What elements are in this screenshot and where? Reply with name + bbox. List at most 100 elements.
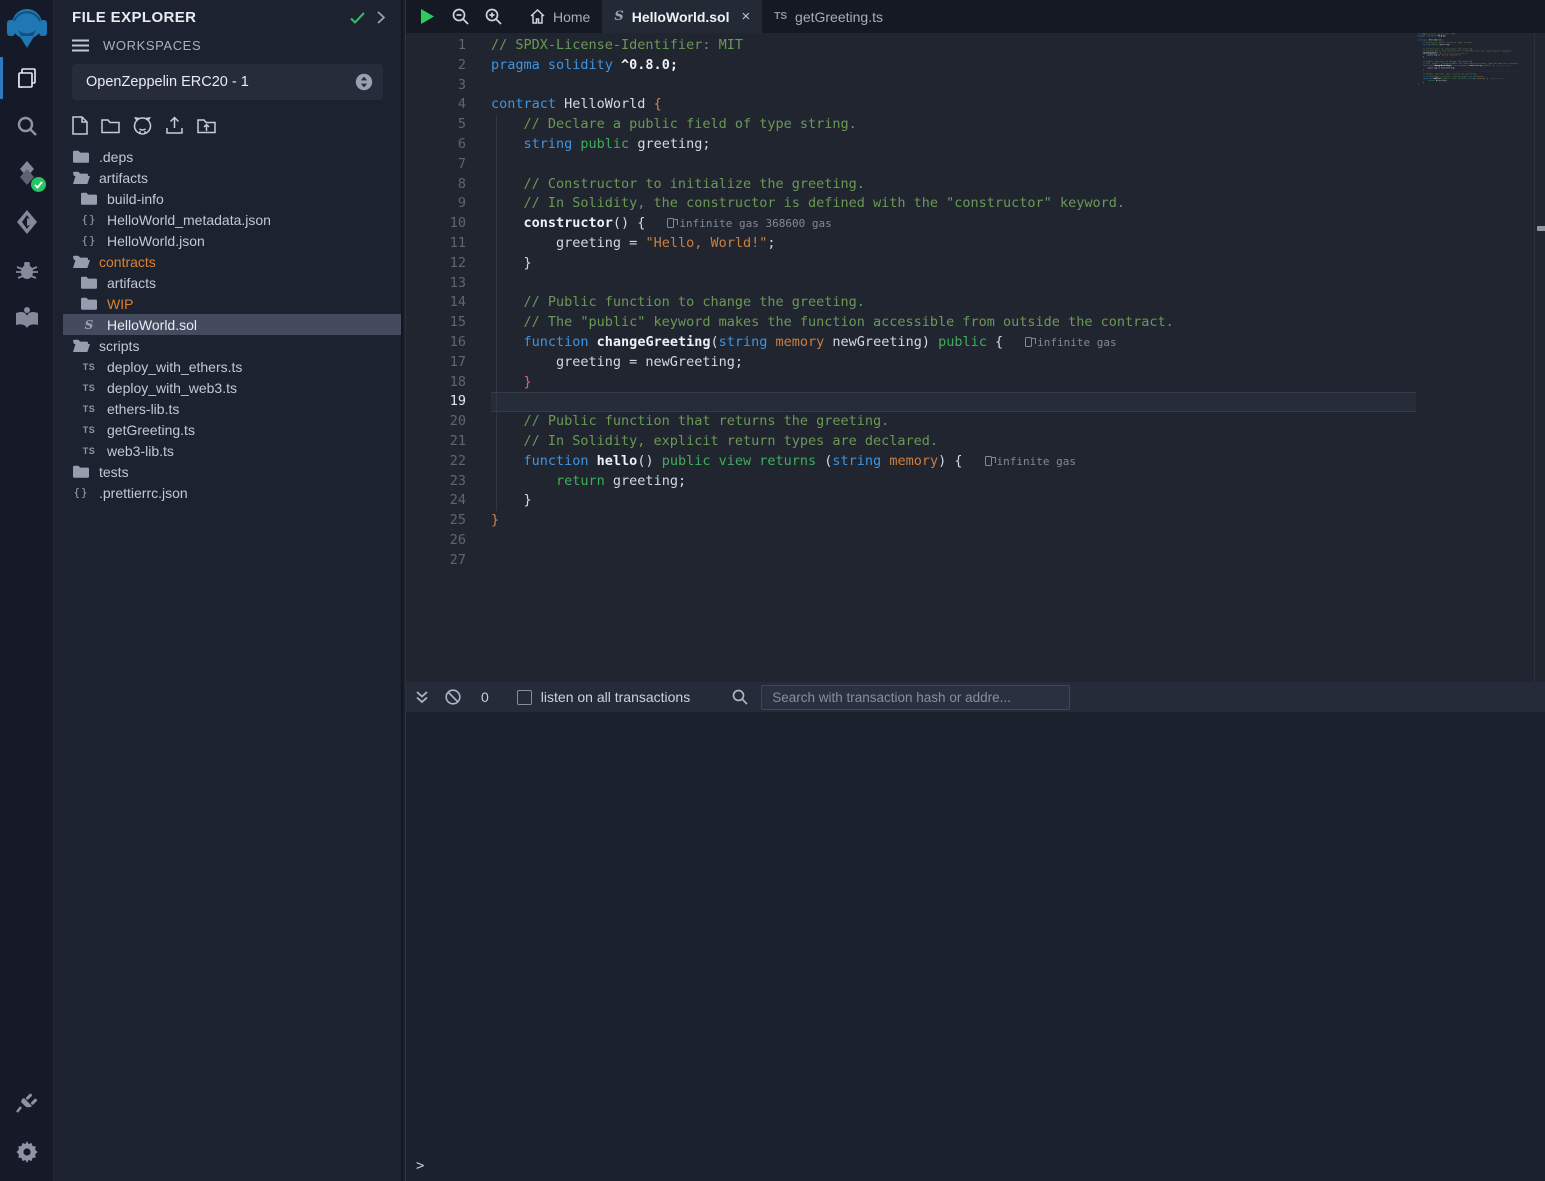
code-line-15[interactable]: 15 // The "public" keyword makes the fun… (406, 313, 1545, 333)
tree-item-scripts[interactable]: scripts (54, 335, 401, 356)
clear-console-icon[interactable] (445, 689, 461, 705)
typescript-icon: TS (80, 362, 98, 372)
collapse-panel-chevron-icon[interactable] (377, 11, 385, 24)
workspaces-menu-icon[interactable] (72, 39, 89, 52)
code-line-27[interactable]: 27 (406, 551, 1545, 571)
tree-item-HelloWorld_metadata.json[interactable]: {}HelloWorld_metadata.json (54, 209, 401, 230)
line-number: 18 (406, 373, 466, 393)
zoom-out-button[interactable] (444, 0, 477, 33)
tree-item-getGreeting.ts[interactable]: TSgetGreeting.ts (54, 419, 401, 440)
line-number: 19 (406, 392, 466, 412)
scrollbar-thumb[interactable] (1537, 226, 1545, 231)
tree-item-HelloWorld.sol[interactable]: SHelloWorld.sol (63, 314, 401, 335)
code-line-23[interactable]: 23 return greeting; (406, 472, 1545, 492)
code-line-25[interactable]: 25} (406, 511, 1545, 531)
terminal-search-input[interactable] (761, 685, 1070, 710)
plugin-manager-icon[interactable] (0, 1079, 54, 1127)
line-number: 5 (406, 115, 466, 135)
listen-transactions-checkbox[interactable] (517, 690, 532, 705)
tree-item-HelloWorld.json[interactable]: {}HelloWorld.json (54, 230, 401, 251)
code-line-11[interactable]: 11 greeting = "Hello, World!"; (406, 234, 1545, 254)
terminal-collapse-icon[interactable] (415, 690, 429, 704)
upload-folder-icon[interactable] (197, 117, 216, 134)
code-line-10[interactable]: 10 constructor() {infinite gas 368600 ga… (406, 214, 1545, 234)
workspace-dropdown[interactable]: OpenZeppelin ERC20 - 1 (72, 64, 383, 100)
code-line-4[interactable]: 4contract HelloWorld { (406, 95, 1545, 115)
debugger-icon[interactable] (0, 246, 54, 294)
code-line-2[interactable]: 2pragma solidity ^0.8.0; (1418, 35, 1522, 37)
remix-logo[interactable] (0, 0, 54, 54)
code-line-1[interactable]: 1// SPDX-License-Identifier: MIT (406, 36, 1545, 56)
deploy-run-icon[interactable] (0, 198, 54, 246)
code-line-9[interactable]: 9 // In Solidity, the constructor is def… (406, 194, 1545, 214)
code-line-22[interactable]: 22 function hello() public view returns … (406, 452, 1545, 472)
line-number: 2 (406, 56, 466, 76)
code-line-27[interactable]: 27 (1418, 88, 1522, 90)
folder-open-icon (72, 255, 90, 268)
tab-getGreeting.ts[interactable]: TSgetGreeting.ts (762, 0, 895, 33)
code-line-12[interactable]: 12 } (406, 254, 1545, 274)
close-tab-icon[interactable]: × (742, 8, 751, 25)
new-folder-icon[interactable] (101, 117, 120, 134)
code-line-16[interactable]: 16 function changeGreeting(string memory… (406, 333, 1545, 353)
tree-item-label: WIP (107, 296, 133, 312)
code-editor[interactable]: 1// SPDX-License-Identifier: MIT2pragma … (406, 33, 1545, 682)
new-file-icon[interactable] (72, 116, 88, 135)
folder-icon (72, 150, 90, 163)
code-line-5[interactable]: 5 // Declare a public field of type stri… (406, 115, 1545, 135)
code-line-8[interactable]: 8 // Constructor to initialize the greet… (406, 175, 1545, 195)
code-line-3[interactable]: 3 (406, 76, 1545, 96)
json-braces-icon: {} (80, 234, 98, 247)
code-line-20[interactable]: 20 // Public function that returns the g… (406, 412, 1545, 432)
code-line-6[interactable]: 6 string public greeting; (1418, 44, 1522, 46)
code-line-25[interactable]: 25} (1418, 84, 1522, 86)
search-icon[interactable] (0, 102, 54, 150)
tree-item-artifacts[interactable]: artifacts (54, 272, 401, 293)
zoom-in-button[interactable] (477, 0, 510, 33)
tree-item-.prettierrc.json[interactable]: {}.prettierrc.json (54, 482, 401, 503)
line-number: 16 (406, 333, 466, 353)
tab-home[interactable]: Home (518, 0, 602, 33)
check-icon (350, 12, 365, 24)
tree-item-tests[interactable]: tests (54, 461, 401, 482)
code-line-18[interactable]: 18 } (406, 373, 1545, 393)
terminal-prompt[interactable]: > (416, 1158, 424, 1174)
code-line-24[interactable]: 24 } (406, 491, 1545, 511)
clone-github-icon[interactable] (133, 116, 152, 135)
tree-item-build-info[interactable]: build-info (54, 188, 401, 209)
file-explorer-icon[interactable] (0, 54, 54, 102)
tab-HelloWorld.sol[interactable]: SHelloWorld.sol× (602, 0, 762, 33)
tree-item-web3-lib.ts[interactable]: TSweb3-lib.ts (54, 440, 401, 461)
code-line-6[interactable]: 6 string public greeting; (406, 135, 1545, 155)
code-line-13[interactable]: 13 (406, 274, 1545, 294)
tree-item-deploy_with_web3.ts[interactable]: TSdeploy_with_web3.ts (54, 377, 401, 398)
line-number: 23 (406, 472, 466, 492)
tree-item-WIP[interactable]: WIP (54, 293, 401, 314)
line-number: 27 (406, 551, 466, 571)
code-line-26[interactable]: 26 (406, 531, 1545, 551)
line-number: 4 (406, 95, 466, 115)
workspace-name: OpenZeppelin ERC20 - 1 (86, 74, 355, 90)
tree-item-.deps[interactable]: .deps (54, 146, 401, 167)
code-line-19[interactable]: 19 (406, 392, 1545, 412)
code-line-2[interactable]: 2pragma solidity ^0.8.0; (406, 56, 1545, 76)
code-line-7[interactable]: 7 (406, 155, 1545, 175)
upload-file-icon[interactable] (165, 116, 184, 135)
tree-item-deploy_with_ethers.ts[interactable]: TSdeploy_with_ethers.ts (54, 356, 401, 377)
tree-item-artifacts[interactable]: artifacts (54, 167, 401, 188)
run-script-button[interactable] (411, 0, 444, 33)
workspace-sort-icon[interactable] (355, 73, 373, 91)
folder-icon (80, 192, 98, 205)
tree-item-ethers-lib.ts[interactable]: TSethers-lib.ts (54, 398, 401, 419)
minimap[interactable]: 1// SPDX-License-Identifier: MIT2pragma … (1418, 33, 1522, 105)
typescript-icon: TS (80, 383, 98, 393)
line-number: 15 (406, 313, 466, 333)
settings-gear-icon[interactable] (0, 1127, 54, 1175)
code-line-14[interactable]: 14 // Public function to change the gree… (406, 293, 1545, 313)
code-line-17[interactable]: 17 greeting = newGreeting; (406, 353, 1545, 373)
learneth-icon[interactable] (0, 294, 54, 342)
code-line-21[interactable]: 21 // In Solidity, explicit return types… (406, 432, 1545, 452)
solidity-compiler-icon[interactable] (0, 150, 54, 198)
code-line-12[interactable]: 12 } (1418, 56, 1522, 58)
tree-item-contracts[interactable]: contracts (54, 251, 401, 272)
